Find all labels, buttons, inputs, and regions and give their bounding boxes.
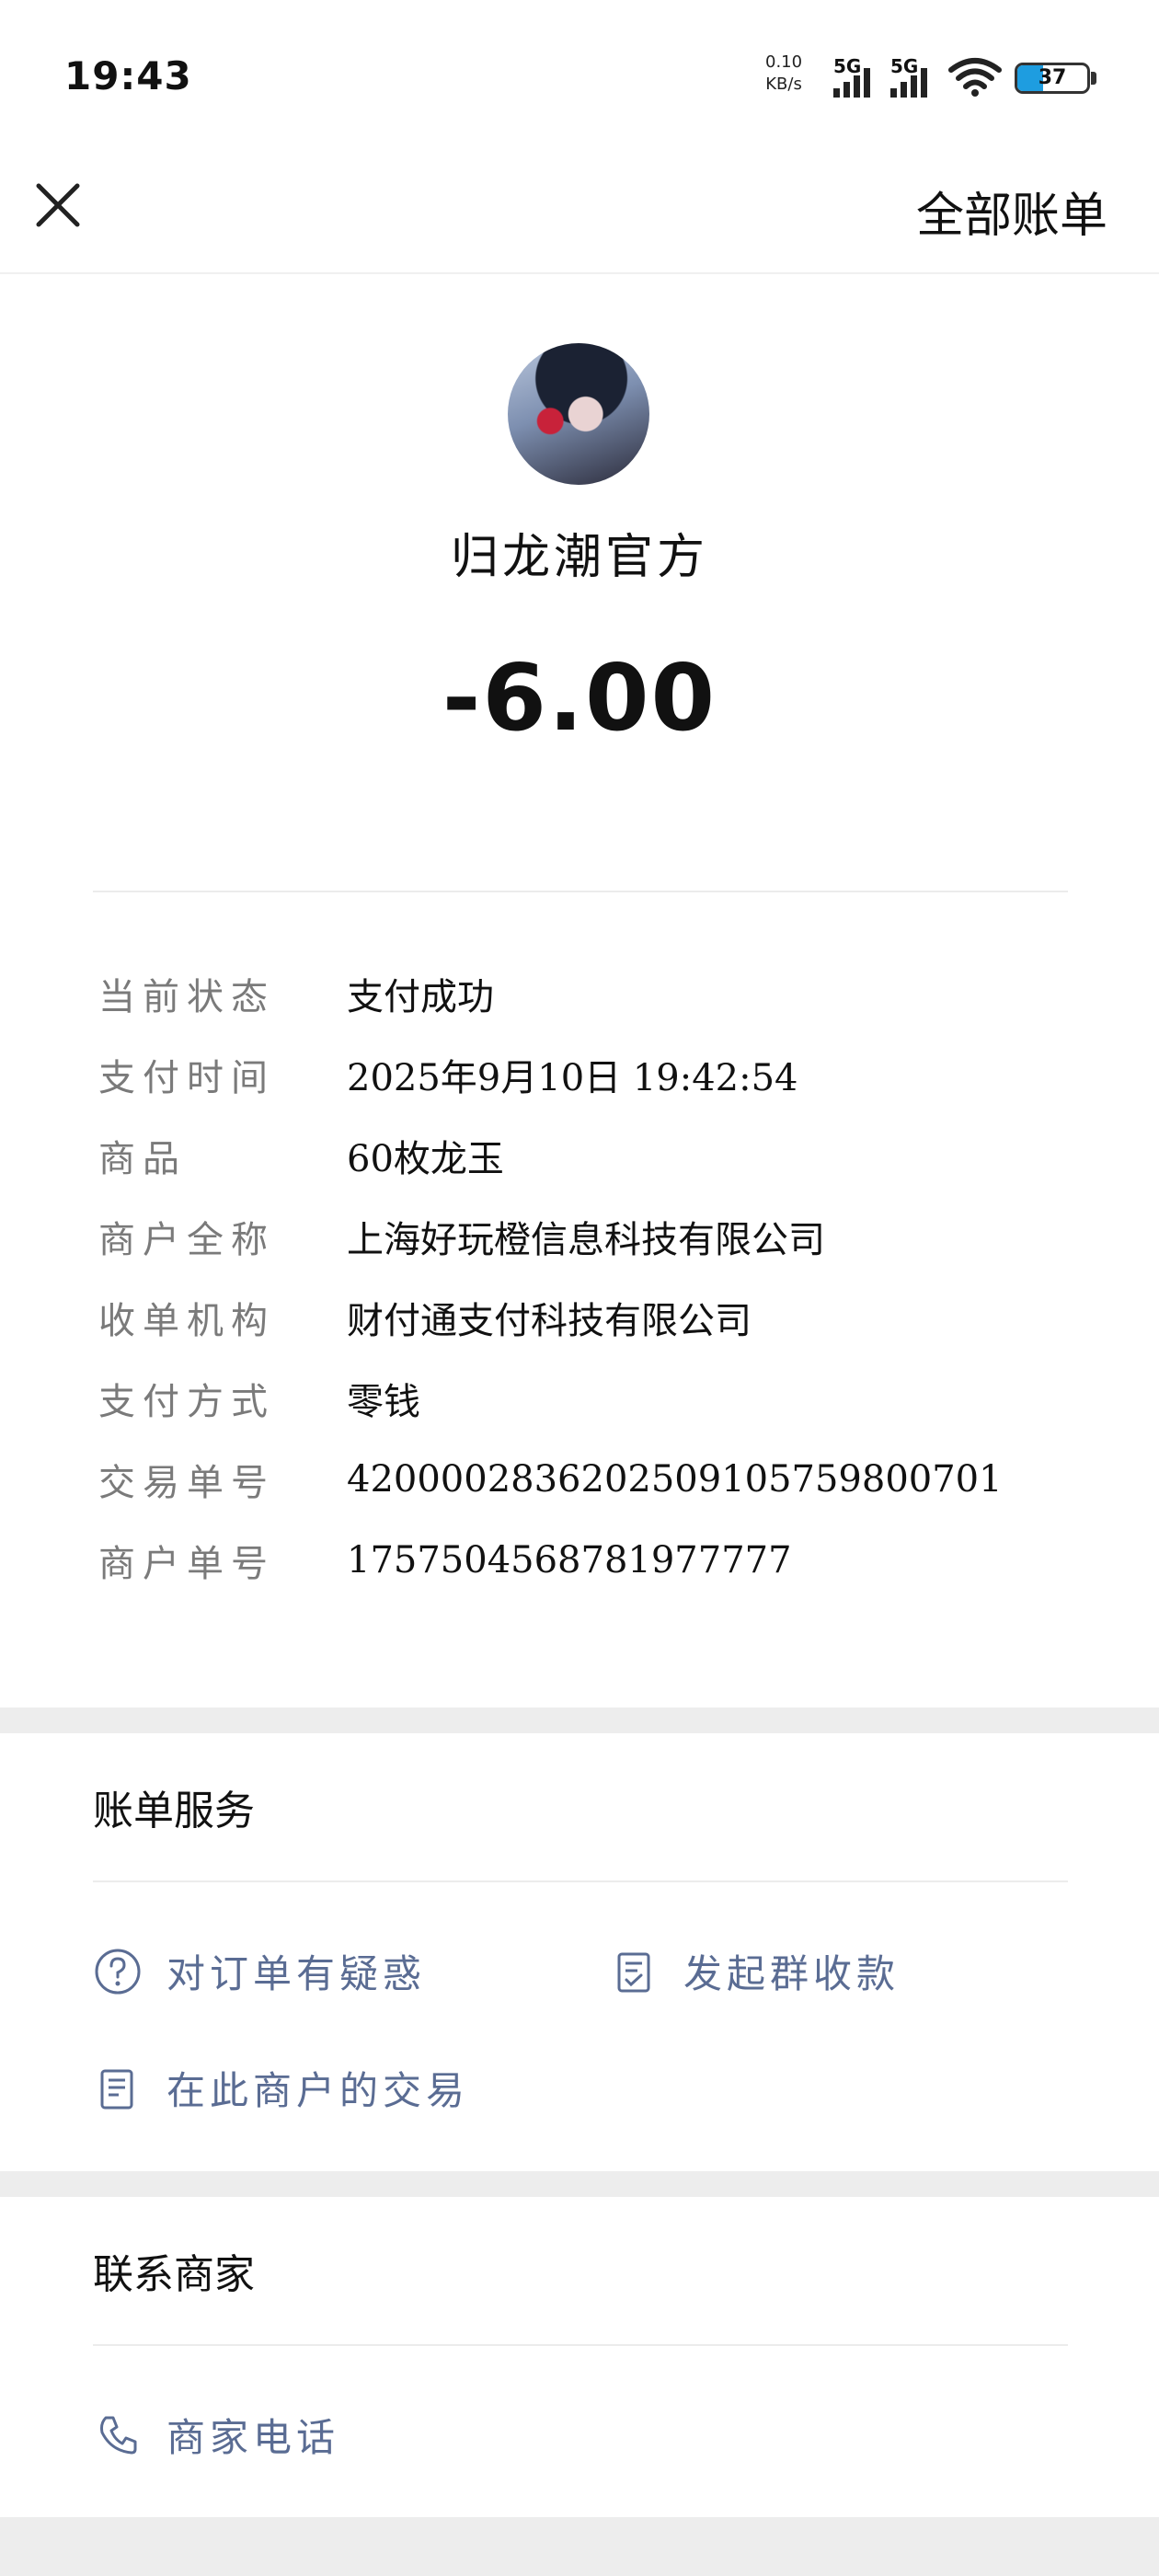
status-bar: 19:43 0.10 KB/s 5G 5G 37: [0, 0, 1159, 147]
detail-label: 支付时间: [98, 1057, 275, 1099]
wifi-icon: [948, 58, 1002, 97]
detail-row-merchant-order-id: 商户单号 1757504568781977777: [98, 1533, 792, 1588]
divider: [93, 2344, 1068, 2346]
detail-value: 支付成功: [347, 976, 494, 1018]
merchant-avatar: [508, 343, 649, 485]
detail-row-payment-method: 支付方式 零钱: [98, 1371, 420, 1426]
divider: [93, 1880, 1068, 1882]
detail-row-payment-time: 支付时间 2025年9月10日 19:42:54: [98, 1047, 798, 1102]
link-label: 对订单有疑惑: [166, 1951, 427, 1996]
phone-icon: [100, 2416, 137, 2454]
divider: [93, 891, 1068, 892]
detail-label: 支付方式: [98, 1381, 275, 1423]
checklist-icon: [617, 1952, 650, 1992]
document-icon: [100, 2069, 133, 2109]
signal-strength-icon: [890, 68, 927, 98]
detail-value: 财付通支付科技有限公司: [347, 1300, 752, 1342]
detail-label: 商户全称: [98, 1219, 275, 1261]
network-speed-value: 0.10: [765, 52, 803, 72]
battery-nub: [1091, 72, 1096, 85]
detail-label: 交易单号: [98, 1462, 275, 1504]
top-navigation-bar: 全部账单: [0, 147, 1159, 274]
detail-row-merchant-fullname: 商户全称 上海好玩橙信息科技有限公司: [98, 1209, 825, 1264]
order-question-link[interactable]: 对订单有疑惑: [93, 1943, 426, 1999]
status-time: 19:43: [64, 53, 192, 98]
detail-value[interactable]: 1757504568781977777: [347, 1539, 792, 1581]
detail-label: 商户单号: [98, 1543, 275, 1585]
detail-row-product: 商品 60枚龙玉: [98, 1128, 504, 1183]
link-label: 发起群收款: [683, 1951, 901, 1996]
transaction-detail-card: 归龙潮官方 -6.00 当前状态 支付成功 支付时间 2025年9月10日 19…: [0, 274, 1159, 1708]
detail-row-transaction-id: 交易单号 4200002836202509105759800701: [98, 1452, 1003, 1507]
merchant-transactions-link[interactable]: 在此商户的交易: [93, 2060, 469, 2116]
detail-value: 60枚龙玉: [347, 1138, 504, 1180]
detail-value[interactable]: 4200002836202509105759800701: [347, 1458, 1003, 1501]
bill-service-section: 账单服务 对订单有疑惑 发起群收款 在此商户的交易: [0, 1733, 1159, 2171]
link-label: 在此商户的交易: [166, 2068, 470, 2113]
contact-merchant-section: 联系商家 商家电话: [0, 2197, 1159, 2517]
close-icon[interactable]: [28, 175, 88, 236]
detail-value: 上海好玩橙信息科技有限公司: [347, 1219, 825, 1261]
network-speed-unit: KB/s: [765, 75, 802, 94]
link-label: 商家电话: [166, 2415, 340, 2460]
battery-level: 37: [1038, 66, 1067, 89]
battery-icon: 37: [1015, 63, 1090, 94]
merchant-name: 归龙潮官方: [450, 530, 708, 585]
detail-label: 收单机构: [98, 1300, 275, 1342]
transaction-amount: -6.00: [442, 644, 717, 752]
detail-row-status: 当前状态 支付成功: [98, 966, 494, 1021]
detail-label: 商品: [98, 1138, 187, 1180]
detail-row-acquirer: 收单机构 财付通支付科技有限公司: [98, 1290, 752, 1345]
detail-label: 当前状态: [98, 976, 275, 1018]
network-speed: 0.10 KB/s: [765, 52, 802, 96]
group-collection-link[interactable]: 发起群收款: [610, 1943, 900, 1999]
merchant-phone-link[interactable]: 商家电话: [93, 2407, 339, 2463]
section-title: 联系商家: [93, 2251, 255, 2298]
all-bills-link[interactable]: 全部账单: [916, 177, 1107, 246]
signal-strength-icon: [833, 68, 870, 98]
detail-value: 2025年9月10日 19:42:54: [347, 1057, 798, 1099]
question-circle-icon: [95, 1949, 141, 1994]
section-title: 账单服务: [93, 1788, 255, 1834]
detail-value: 零钱: [347, 1381, 420, 1423]
